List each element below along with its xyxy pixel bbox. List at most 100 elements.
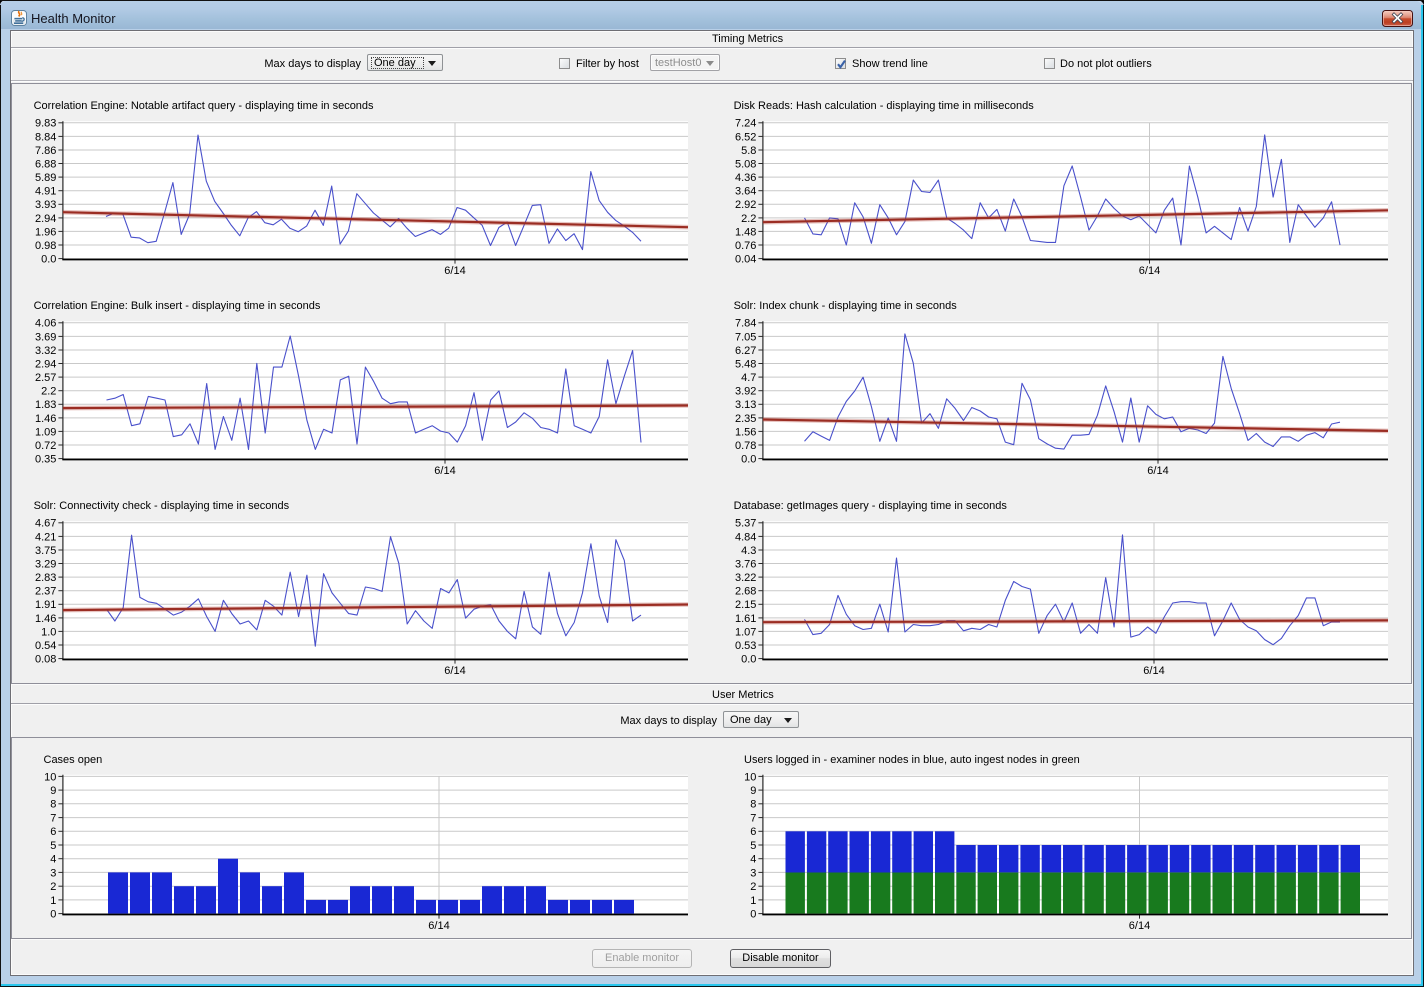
svg-text:Solr: Index chunk - displaying: Solr: Index chunk - displaying time in s… [734,300,958,312]
svg-text:1.61: 1.61 [735,613,756,625]
svg-text:Database: getImages query - di: Database: getImages query - displaying t… [734,500,1008,512]
svg-text:4.7: 4.7 [741,372,756,384]
svg-text:4.67: 4.67 [35,518,56,530]
svg-text:5.08: 5.08 [735,158,756,170]
svg-text:2.83: 2.83 [35,572,56,584]
svg-text:8: 8 [750,799,756,811]
svg-text:4.21: 4.21 [35,531,56,543]
svg-text:8.84: 8.84 [35,131,56,143]
svg-text:0.35: 0.35 [35,454,56,466]
svg-text:0.04: 0.04 [735,254,756,266]
svg-text:3.75: 3.75 [35,545,56,557]
svg-text:5.48: 5.48 [735,358,756,370]
svg-text:3.69: 3.69 [35,331,56,343]
svg-text:6: 6 [50,826,56,838]
svg-text:0.0: 0.0 [741,454,756,466]
svg-text:Correlation Engine: Bulk inser: Correlation Engine: Bulk insert - displa… [34,300,321,312]
svg-text:2.2: 2.2 [41,386,56,398]
svg-text:1.91: 1.91 [35,599,56,611]
svg-text:4.3: 4.3 [741,545,756,557]
svg-text:7.05: 7.05 [735,331,756,343]
svg-text:0.0: 0.0 [741,654,756,666]
svg-text:3.92: 3.92 [735,386,756,398]
svg-text:3.32: 3.32 [35,345,56,357]
svg-text:2: 2 [750,881,756,893]
svg-text:0.76: 0.76 [735,240,756,252]
svg-text:3.22: 3.22 [735,572,756,584]
svg-text:7: 7 [750,813,756,825]
svg-text:3: 3 [50,867,56,879]
svg-text:4.91: 4.91 [35,186,56,198]
svg-text:4.84: 4.84 [735,531,756,543]
svg-text:5.89: 5.89 [35,172,56,184]
svg-text:6.88: 6.88 [35,158,56,170]
svg-text:1.48: 1.48 [735,226,756,238]
svg-text:3.93: 3.93 [35,199,56,211]
svg-text:3.64: 3.64 [735,186,756,198]
svg-text:2.92: 2.92 [735,199,756,211]
svg-text:2.37: 2.37 [35,586,56,598]
svg-text:7.24: 7.24 [735,118,756,130]
svg-text:6/14: 6/14 [434,465,455,477]
svg-text:2.94: 2.94 [35,358,56,370]
svg-text:6/14: 6/14 [444,265,465,277]
svg-text:0: 0 [750,909,756,921]
svg-text:Correlation Engine: Notable ar: Correlation Engine: Notable artifact que… [34,100,374,112]
svg-text:6/14: 6/14 [1143,665,1164,677]
svg-text:2: 2 [50,881,56,893]
svg-text:0: 0 [50,909,56,921]
svg-text:1.07: 1.07 [735,626,756,638]
svg-text:5: 5 [50,840,56,852]
svg-text:9.83: 9.83 [35,118,56,130]
svg-text:6.27: 6.27 [735,345,756,357]
svg-text:6/14: 6/14 [444,665,465,677]
svg-text:1.46: 1.46 [35,413,56,425]
svg-text:3.76: 3.76 [735,558,756,570]
svg-text:0.53: 0.53 [735,640,756,652]
svg-text:5: 5 [750,840,756,852]
svg-text:2.35: 2.35 [735,413,756,425]
svg-text:6/14: 6/14 [1147,465,1168,477]
svg-text:6/14: 6/14 [1129,920,1150,932]
svg-text:4: 4 [750,854,756,866]
svg-text:4.06: 4.06 [35,318,56,330]
svg-text:2.68: 2.68 [735,586,756,598]
svg-text:2.57: 2.57 [35,372,56,384]
svg-text:4.36: 4.36 [735,172,756,184]
svg-text:0.54: 0.54 [35,640,56,652]
svg-text:10: 10 [744,771,756,783]
svg-text:1: 1 [750,895,756,907]
svg-text:Users logged in - examiner nod: Users logged in - examiner nodes in blue… [744,754,1080,766]
svg-text:1: 1 [50,895,56,907]
svg-text:5.8: 5.8 [741,145,756,157]
svg-text:2.94: 2.94 [35,213,56,225]
svg-text:2.2: 2.2 [741,213,756,225]
svg-text:Cases open: Cases open [44,754,103,766]
svg-text:0.08: 0.08 [35,654,56,666]
svg-text:3.13: 3.13 [735,399,756,411]
svg-text:3: 3 [750,867,756,879]
svg-text:6/14: 6/14 [428,920,449,932]
svg-text:9: 9 [50,785,56,797]
svg-text:1.56: 1.56 [735,426,756,438]
svg-text:0.98: 0.98 [35,240,56,252]
svg-text:1.83: 1.83 [35,399,56,411]
svg-text:4: 4 [50,854,56,866]
svg-text:1.46: 1.46 [35,613,56,625]
svg-text:Disk Reads: Hash calculation -: Disk Reads: Hash calculation - displayin… [734,100,1035,112]
svg-text:3.29: 3.29 [35,558,56,570]
svg-text:2.15: 2.15 [735,599,756,611]
svg-text:8: 8 [50,799,56,811]
svg-text:0.78: 0.78 [735,440,756,452]
svg-text:7: 7 [50,813,56,825]
svg-text:5.37: 5.37 [735,518,756,530]
svg-text:1.0: 1.0 [41,626,56,638]
svg-text:7.84: 7.84 [735,318,756,330]
svg-text:6/14: 6/14 [1139,265,1160,277]
svg-text:7.86: 7.86 [35,145,56,157]
svg-text:1.09: 1.09 [35,426,56,438]
svg-text:6.52: 6.52 [735,131,756,143]
svg-text:0.0: 0.0 [41,254,56,266]
svg-text:10: 10 [44,771,56,783]
svg-text:9: 9 [750,785,756,797]
